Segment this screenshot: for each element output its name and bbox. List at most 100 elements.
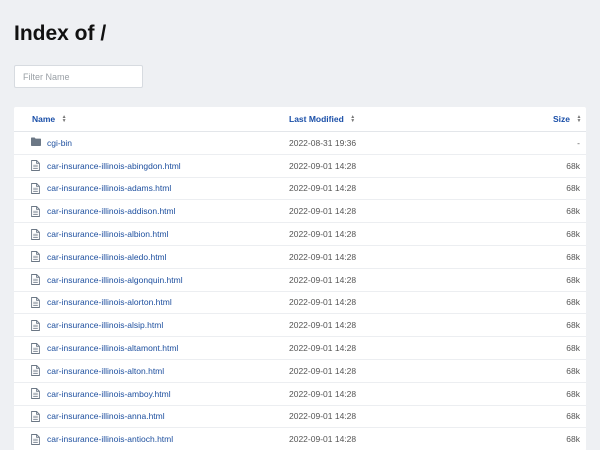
file-size: 68k [566, 388, 580, 399]
modified-cell: 2022-09-01 14:28 [289, 292, 356, 314]
modified-date: 2022-09-01 14:28 [289, 183, 357, 194]
table-row: car-insurance-illinois-altamont.html 2022… [14, 337, 586, 360]
modified-date: 2022-09-01 14:28 [289, 434, 357, 445]
file-size: 68k [566, 365, 580, 376]
name-cell: car-insurance-illinois-abingdon.html [31, 155, 181, 177]
modified-date: 2022-09-01 14:28 [289, 365, 357, 376]
table-row: car-insurance-illinois-albion.html 2022-0… [14, 223, 586, 246]
modified-cell: 2022-09-01 14:28 [289, 406, 356, 428]
file-link[interactable]: car-insurance-illinois-amboy.html [47, 389, 171, 399]
size-cell: 68k [566, 155, 580, 177]
modified-date: 2022-09-01 14:28 [289, 320, 357, 331]
sort-icon: ▲ ▼ [350, 114, 356, 124]
modified-cell: 2022-09-01 14:28 [289, 200, 356, 222]
file-link[interactable]: car-insurance-illinois-addison.html [47, 206, 176, 216]
modified-cell: 2022-09-01 14:28 [289, 314, 356, 336]
file-link[interactable]: car-insurance-illinois-aledo.html [47, 252, 167, 262]
file-link[interactable]: car-insurance-illinois-anna.html [47, 411, 165, 421]
page-title: Index of / [14, 22, 107, 45]
file-icon [31, 205, 41, 217]
file-link[interactable]: car-insurance-illinois-abingdon.html [47, 161, 181, 171]
modified-cell: 2022-09-01 14:28 [289, 337, 356, 359]
file-link[interactable]: car-insurance-illinois-alorton.html [47, 297, 172, 307]
file-icon [31, 274, 41, 286]
file-size: 68k [566, 251, 580, 262]
name-cell: cgi-bin [31, 132, 72, 154]
name-cell: car-insurance-illinois-algonquin.html [31, 269, 183, 291]
table-row: car-insurance-illinois-algonquin.html 202… [14, 269, 586, 292]
file-table: Name ▲ ▼ Last Modified ▲ ▼ Size ▲ ▼ cgi-bin… [14, 107, 586, 450]
size-cell: 68k [566, 314, 580, 336]
modified-date: 2022-09-01 14:28 [289, 388, 357, 399]
file-icon [31, 342, 41, 354]
modified-cell: 2022-09-01 14:28 [289, 383, 356, 405]
file-link[interactable]: cgi-bin [47, 138, 72, 148]
table-body: cgi-bin 2022-08-31 19:36 - car-insurance-il… [14, 132, 586, 450]
file-icon [31, 433, 41, 445]
file-link[interactable]: car-insurance-illinois-algonquin.html [47, 275, 183, 285]
file-size: 68k [566, 229, 580, 240]
file-icon [31, 411, 41, 422]
directory-listing-page: Index of / Name ▲▼ Last Modified ▲▼ Size… [0, 0, 600, 450]
size-column-label: Size [552, 114, 570, 124]
file-link[interactable]: car-insurance-illinois-alton.html [47, 366, 164, 376]
file-link[interactable]: car-insurance-illinois-alsip.html [47, 320, 163, 330]
modified-cell: 2022-09-01 14:28 [289, 360, 356, 382]
name-cell: car-insurance-illinois-adams.html [31, 178, 171, 200]
name-cell: car-insurance-illinois-albion.html [31, 223, 168, 245]
name-cell: car-insurance-illinois-addison.html [31, 200, 176, 222]
size-cell: 68k [566, 428, 580, 450]
table-row: car-insurance-illinois-aledo.html 2022-09… [14, 246, 586, 269]
name-cell: car-insurance-illinois-alorton.html [31, 292, 172, 314]
name-column-header[interactable]: Name ▲ ▼ [32, 107, 67, 131]
file-size: 68k [566, 274, 580, 285]
file-link[interactable]: car-insurance-illinois-antioch.html [47, 434, 173, 444]
name-cell: car-insurance-illinois-anna.html [31, 406, 165, 428]
modified-date: 2022-09-01 14:28 [289, 411, 357, 422]
modified-cell: 2022-09-01 14:28 [289, 246, 356, 268]
modified-cell: 2022-09-01 14:28 [289, 223, 356, 245]
file-size: 68k [566, 160, 580, 171]
table-row: car-insurance-illinois-alton.html 2022-09… [14, 360, 586, 383]
file-icon [31, 365, 41, 377]
size-cell: 68k [566, 337, 580, 359]
table-row: car-insurance-illinois-alsip.html 2022-09… [14, 314, 586, 338]
file-icon [31, 228, 41, 240]
file-size: 68k [566, 206, 580, 217]
table-row: car-insurance-illinois-anna.html 2022-09-… [14, 406, 586, 429]
modified-date: 2022-09-01 14:28 [289, 297, 357, 308]
table-row: cgi-bin 2022-08-31 19:36 - [14, 132, 586, 155]
file-icon [31, 183, 41, 194]
modified-date: 2022-09-01 14:28 [289, 343, 357, 354]
name-cell: car-insurance-illinois-aledo.html [31, 246, 167, 268]
modified-date: 2022-09-01 14:28 [289, 206, 357, 217]
file-link[interactable]: car-insurance-illinois-altamont.html [47, 343, 178, 353]
size-column-header[interactable]: Size ▲ ▼ [553, 107, 582, 131]
name-cell: car-insurance-illinois-altamont.html [31, 337, 178, 359]
file-link[interactable]: car-insurance-illinois-adams.html [47, 183, 171, 193]
size-cell: 68k [566, 292, 580, 314]
table-header: Name ▲ ▼ Last Modified ▲ ▼ Size ▲ ▼ [14, 107, 586, 132]
file-size: - [577, 137, 580, 148]
size-cell: 68k [566, 269, 580, 291]
file-icon [31, 319, 41, 331]
size-cell: 68k [566, 406, 580, 428]
modified-cell: 2022-09-01 14:28 [289, 178, 356, 200]
file-link[interactable]: car-insurance-illinois-albion.html [47, 229, 168, 239]
size-cell: 68k [566, 200, 580, 222]
table-row: car-insurance-illinois-addison.html 2022-… [14, 200, 586, 224]
size-cell: - [577, 132, 580, 154]
folder-icon [31, 137, 41, 148]
size-cell: 68k [566, 360, 580, 382]
table-row: car-insurance-illinois-alorton.html 2022-… [14, 292, 586, 315]
size-cell: 68k [566, 246, 580, 268]
filter-name-input[interactable] [14, 65, 143, 88]
modified-date: 2022-09-01 14:28 [289, 251, 357, 262]
last-modified-column-header[interactable]: Last Modified ▲ ▼ [289, 107, 356, 131]
file-size: 68k [566, 183, 580, 194]
table-row: car-insurance-illinois-abingdon.html 2022… [14, 155, 586, 178]
name-cell: car-insurance-illinois-alton.html [31, 360, 164, 382]
size-cell: 68k [566, 223, 580, 245]
table-row: car-insurance-illinois-adams.html 2022-09… [14, 178, 586, 201]
modified-cell: 2022-08-31 19:36 [289, 132, 356, 154]
